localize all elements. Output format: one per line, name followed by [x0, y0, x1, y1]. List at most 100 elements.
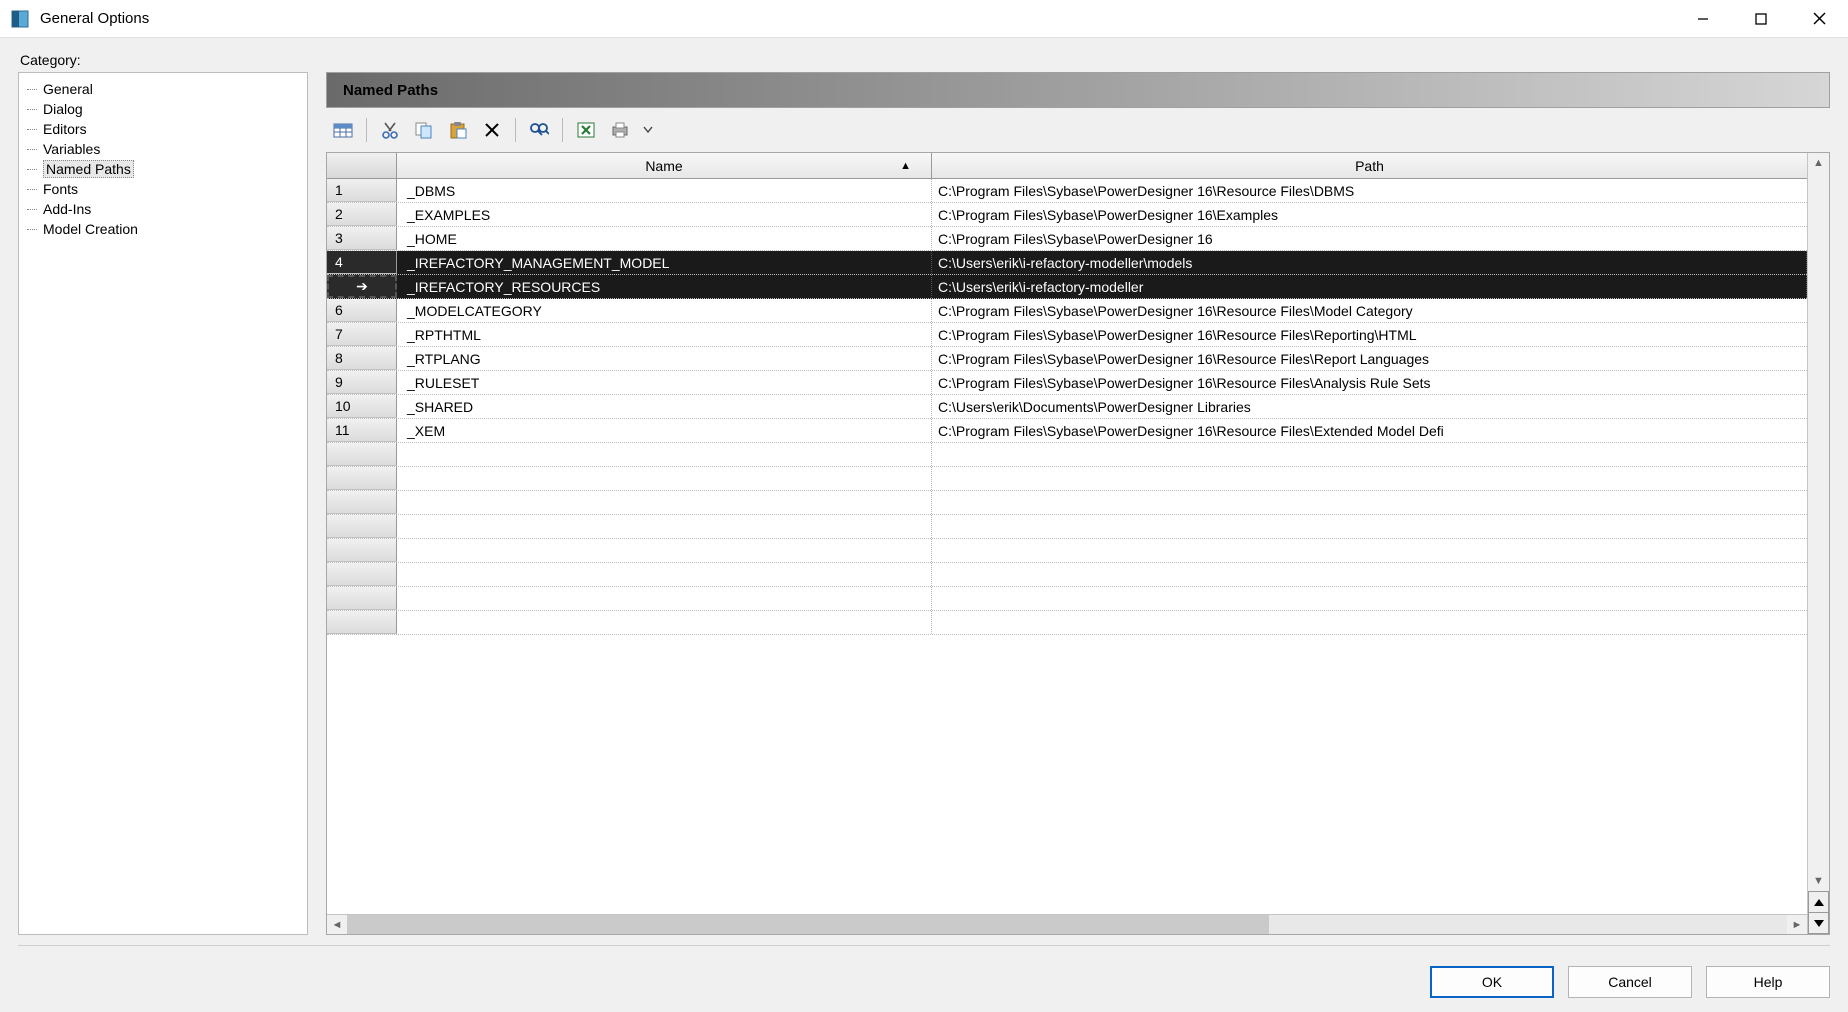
row-number[interactable]: 4: [327, 251, 397, 274]
cell-name[interactable]: _RPTHTML: [397, 323, 932, 346]
cell-path[interactable]: [932, 515, 1807, 538]
row-number[interactable]: 8: [327, 347, 397, 370]
tree-item[interactable]: Dialog: [19, 99, 307, 119]
tree-item[interactable]: Fonts: [19, 179, 307, 199]
cut-icon[interactable]: [377, 117, 403, 143]
print-icon[interactable]: [607, 117, 633, 143]
tree-item[interactable]: Add-Ins: [19, 199, 307, 219]
table-row-empty[interactable]: [327, 563, 1807, 587]
ok-button[interactable]: OK: [1430, 966, 1554, 998]
paste-icon[interactable]: [445, 117, 471, 143]
table-row[interactable]: 7_RPTHTMLC:\Program Files\Sybase\PowerDe…: [327, 323, 1807, 347]
scroll-thumb[interactable]: [347, 915, 1269, 934]
cell-path[interactable]: [932, 563, 1807, 586]
cell-path[interactable]: C:\Program Files\Sybase\PowerDesigner 16…: [932, 419, 1807, 442]
row-number[interactable]: 10: [327, 395, 397, 418]
tree-item[interactable]: General: [19, 79, 307, 99]
cell-name[interactable]: [397, 563, 932, 586]
table-row-empty[interactable]: [327, 467, 1807, 491]
scroll-track[interactable]: [347, 915, 1787, 934]
scroll-left-icon[interactable]: ◄: [327, 915, 347, 934]
cell-name[interactable]: [397, 587, 932, 610]
grid-icon[interactable]: [330, 117, 356, 143]
category-tree[interactable]: GeneralDialogEditorsVariablesNamed Paths…: [18, 72, 308, 935]
row-number[interactable]: 11: [327, 419, 397, 442]
minimize-button[interactable]: [1674, 0, 1732, 37]
grid-header-path[interactable]: Path: [932, 153, 1807, 178]
cell-path[interactable]: C:\Program Files\Sybase\PowerDesigner 16…: [932, 299, 1807, 322]
scroll-right-icon[interactable]: ►: [1787, 915, 1807, 934]
table-row-empty[interactable]: [327, 491, 1807, 515]
table-row-empty[interactable]: [327, 587, 1807, 611]
cell-name[interactable]: _RTPLANG: [397, 347, 932, 370]
table-row-empty[interactable]: [327, 443, 1807, 467]
cell-name[interactable]: [397, 515, 932, 538]
cell-path[interactable]: [932, 443, 1807, 466]
cell-path[interactable]: C:\Program Files\Sybase\PowerDesigner 16…: [932, 371, 1807, 394]
cell-path[interactable]: C:\Program Files\Sybase\PowerDesigner 16…: [932, 203, 1807, 226]
cell-path[interactable]: [932, 611, 1807, 634]
cell-name[interactable]: _IREFACTORY_RESOURCES: [397, 275, 932, 298]
row-number[interactable]: 7: [327, 323, 397, 346]
tree-item[interactable]: Variables: [19, 139, 307, 159]
row-number[interactable]: 1: [327, 179, 397, 202]
find-icon[interactable]: [526, 117, 552, 143]
grid-body[interactable]: 1_DBMSC:\Program Files\Sybase\PowerDesig…: [327, 179, 1807, 914]
cell-name[interactable]: _DBMS: [397, 179, 932, 202]
cell-path[interactable]: C:\Program Files\Sybase\PowerDesigner 16…: [932, 347, 1807, 370]
row-number[interactable]: 6: [327, 299, 397, 322]
delete-icon[interactable]: [479, 117, 505, 143]
cancel-button[interactable]: Cancel: [1568, 966, 1692, 998]
dropdown-arrow-icon[interactable]: [641, 117, 655, 143]
table-row[interactable]: ➔_IREFACTORY_RESOURCESC:\Users\erik\i-re…: [327, 275, 1807, 299]
cell-path[interactable]: C:\Users\erik\Documents\PowerDesigner Li…: [932, 395, 1807, 418]
cell-path[interactable]: C:\Program Files\Sybase\PowerDesigner 16: [932, 227, 1807, 250]
cell-name[interactable]: [397, 491, 932, 514]
move-down-button[interactable]: [1808, 912, 1829, 934]
cell-name[interactable]: _IREFACTORY_MANAGEMENT_MODEL: [397, 251, 932, 274]
table-row[interactable]: 2_EXAMPLESC:\Program Files\Sybase\PowerD…: [327, 203, 1807, 227]
vertical-scrollbar[interactable]: ▲ ▼: [1807, 153, 1829, 934]
cell-name[interactable]: _EXAMPLES: [397, 203, 932, 226]
excel-icon[interactable]: [573, 117, 599, 143]
tree-item[interactable]: Editors: [19, 119, 307, 139]
table-row[interactable]: 11_XEMC:\Program Files\Sybase\PowerDesig…: [327, 419, 1807, 443]
row-number[interactable]: 2: [327, 203, 397, 226]
table-row-empty[interactable]: [327, 515, 1807, 539]
cell-name[interactable]: _SHARED: [397, 395, 932, 418]
cell-name[interactable]: _XEM: [397, 419, 932, 442]
table-row[interactable]: 3_HOMEC:\Program Files\Sybase\PowerDesig…: [327, 227, 1807, 251]
grid-header-rownum[interactable]: [327, 153, 397, 178]
copy-icon[interactable]: [411, 117, 437, 143]
cell-path[interactable]: C:\Program Files\Sybase\PowerDesigner 16…: [932, 179, 1807, 202]
tree-item[interactable]: Model Creation: [19, 219, 307, 239]
cell-name[interactable]: [397, 611, 932, 634]
cell-path[interactable]: [932, 587, 1807, 610]
cell-path[interactable]: [932, 467, 1807, 490]
help-button[interactable]: Help: [1706, 966, 1830, 998]
table-row[interactable]: 9_RULESETC:\Program Files\Sybase\PowerDe…: [327, 371, 1807, 395]
cell-name[interactable]: _RULESET: [397, 371, 932, 394]
cell-name[interactable]: [397, 443, 932, 466]
move-up-button[interactable]: [1808, 891, 1829, 913]
cell-name[interactable]: _MODELCATEGORY: [397, 299, 932, 322]
row-number[interactable]: 3: [327, 227, 397, 250]
table-row[interactable]: 4_IREFACTORY_MANAGEMENT_MODELC:\Users\er…: [327, 251, 1807, 275]
table-row[interactable]: 10_SHAREDC:\Users\erik\Documents\PowerDe…: [327, 395, 1807, 419]
cell-name[interactable]: [397, 539, 932, 562]
cell-path[interactable]: C:\Users\erik\i-refactory-modeller: [932, 275, 1807, 298]
cell-path[interactable]: [932, 539, 1807, 562]
maximize-button[interactable]: [1732, 0, 1790, 37]
cell-name[interactable]: _HOME: [397, 227, 932, 250]
table-row[interactable]: 6_MODELCATEGORYC:\Program Files\Sybase\P…: [327, 299, 1807, 323]
table-row-empty[interactable]: [327, 611, 1807, 635]
row-number[interactable]: ➔: [327, 275, 397, 298]
table-row-empty[interactable]: [327, 539, 1807, 563]
close-button[interactable]: [1790, 0, 1848, 37]
scroll-down-icon[interactable]: ▼: [1808, 871, 1829, 891]
cell-path[interactable]: C:\Program Files\Sybase\PowerDesigner 16…: [932, 323, 1807, 346]
cell-path[interactable]: [932, 491, 1807, 514]
grid-header-name[interactable]: Name ▲: [397, 153, 932, 178]
table-row[interactable]: 1_DBMSC:\Program Files\Sybase\PowerDesig…: [327, 179, 1807, 203]
scroll-up-icon[interactable]: ▲: [1808, 153, 1829, 173]
